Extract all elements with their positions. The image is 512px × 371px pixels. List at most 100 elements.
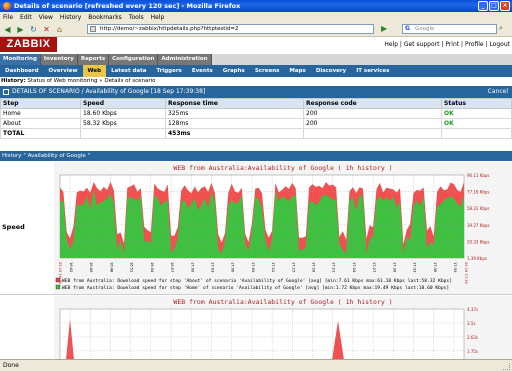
forward-icon[interactable]: ▶ bbox=[15, 24, 26, 35]
sub-menu-latest-data[interactable]: Latest data bbox=[106, 65, 151, 77]
response-time-graph[interactable]: WEB from Australia:Availability of Googl… bbox=[54, 296, 512, 359]
minimize-button[interactable]: _ bbox=[478, 1, 488, 11]
col-step: Step bbox=[0, 98, 81, 109]
history-breadcrumb: History: Status of Web monitoring » Deta… bbox=[0, 77, 512, 85]
plot-area bbox=[59, 308, 465, 359]
cell-total-time: 453ms bbox=[165, 128, 304, 139]
y-tick-label: 20.33 Kbps bbox=[467, 239, 490, 244]
steps-table: Step Speed Response time Response code S… bbox=[0, 98, 512, 139]
cancel-link[interactable]: Cancel bbox=[488, 86, 508, 98]
cell-code: 200 bbox=[303, 118, 442, 129]
sub-menu-maps[interactable]: Maps bbox=[284, 65, 310, 77]
menu-file[interactable]: File bbox=[3, 14, 13, 21]
menu-tools[interactable]: Tools bbox=[129, 14, 144, 21]
x-edge-label: 09.18 17:39 bbox=[464, 262, 468, 285]
sub-menu-discovery[interactable]: Discovery bbox=[311, 65, 351, 77]
scenario-title: DETAILS OF SCENARIO / Availability of Go… bbox=[12, 88, 149, 95]
sub-menu-dashboard[interactable]: Dashboard bbox=[0, 65, 44, 77]
graph-title: WEB from Australia:Availability of Googl… bbox=[173, 164, 392, 172]
menu-help[interactable]: Help bbox=[151, 14, 165, 21]
main-menu-configuration[interactable]: Configuration bbox=[109, 54, 159, 65]
y-tick-label: 96.11 Kbps bbox=[467, 173, 490, 178]
main-menu-monitoring[interactable]: Monitoring bbox=[0, 54, 41, 65]
y-tick-label: 2.63s bbox=[467, 335, 478, 340]
x-tick-label: 17:27 bbox=[372, 262, 376, 272]
resize-grip[interactable] bbox=[503, 363, 510, 370]
table-row-total: TOTAL 453ms bbox=[0, 128, 512, 139]
y-tick-label: 4.37s bbox=[467, 307, 478, 312]
x-tick-label: 17:36 bbox=[433, 262, 437, 273]
cell-speed: 58.32 Kbps bbox=[80, 118, 166, 129]
history-path[interactable]: Status of Web monitoring » Details of sc… bbox=[27, 78, 155, 84]
sub-menu-it-services[interactable]: IT services bbox=[351, 65, 394, 77]
firefox-icon bbox=[3, 2, 11, 10]
x-tick-label: 17:39 bbox=[453, 262, 457, 273]
menu-edit[interactable]: Edit bbox=[20, 14, 32, 21]
x-tick-label: 17:12 bbox=[271, 262, 275, 272]
x-tick-label: 17:00 bbox=[190, 262, 194, 273]
window-title: Details of scenario [refreshed every 120… bbox=[14, 2, 241, 10]
table-row: About 58.32 Kbps 128ms 200 OK bbox=[0, 118, 512, 129]
stop-icon[interactable]: ✕ bbox=[41, 24, 52, 35]
close-button[interactable]: × bbox=[500, 1, 510, 11]
x-tick-label: 17:15 bbox=[291, 262, 295, 272]
legend-entry: WEB from Australia: Download speed for s… bbox=[62, 285, 449, 291]
x-tick-label: 17:09 bbox=[251, 262, 255, 273]
page-icon bbox=[90, 26, 96, 32]
y-tick-label: 3.5s bbox=[467, 321, 475, 326]
menu-view[interactable]: View bbox=[39, 14, 53, 21]
cell-total-label: TOTAL bbox=[0, 128, 81, 139]
x-tick-label: 17:03 bbox=[210, 262, 214, 272]
cell-code: 200 bbox=[303, 108, 442, 119]
url-bar[interactable]: http://demo/~zabbix/httpdetails.php?http… bbox=[87, 24, 374, 34]
cell-empty bbox=[303, 128, 442, 139]
menu-bookmarks[interactable]: Bookmarks bbox=[88, 14, 122, 21]
sub-menu-web[interactable]: Web bbox=[82, 65, 107, 77]
col-response-time: Response time bbox=[165, 98, 304, 109]
go-icon[interactable]: ▶ bbox=[381, 24, 391, 34]
legend-entry: WEB from Australia: Download speed for s… bbox=[62, 278, 452, 284]
window-controls: _ □ × bbox=[478, 1, 510, 11]
x-tick-label: 16:54 bbox=[150, 262, 154, 273]
cell-status: OK bbox=[441, 108, 512, 119]
history-section-header: History " Availability of Google " bbox=[0, 151, 512, 161]
window-titlebar: Details of scenario [refreshed every 120… bbox=[0, 0, 512, 12]
x-tick-label: 16:45 bbox=[89, 262, 93, 272]
x-tick-label: 17:18 bbox=[312, 262, 316, 273]
sub-menu-screens[interactable]: Screens bbox=[250, 65, 285, 77]
x-tick-label: 17:06 bbox=[231, 262, 235, 273]
sub-menu-triggers[interactable]: Triggers bbox=[151, 65, 186, 77]
graph-title: WEB from Australia:Availability of Googl… bbox=[173, 298, 392, 306]
sub-menu-overview[interactable]: Overview bbox=[44, 65, 83, 77]
menu-history[interactable]: History bbox=[60, 14, 81, 21]
main-menu: Monitoring Inventory Reports Configuration A… bbox=[0, 54, 512, 65]
speed-graph-row: Speed WEB from Australia:Availability of… bbox=[0, 161, 512, 295]
search-input[interactable]: G Google bbox=[402, 24, 497, 34]
reload-icon[interactable]: ↻ bbox=[28, 24, 39, 35]
browser-toolbar: ◀ ▶ ↻ ✕ ⌂ http://demo/~zabbix/httpdetail… bbox=[0, 22, 512, 37]
top-links[interactable]: Help | Get support | Print | Profile | L… bbox=[384, 41, 510, 48]
home-icon[interactable]: ⌂ bbox=[54, 24, 65, 35]
main-menu-reports[interactable]: Reports bbox=[77, 54, 110, 65]
main-menu-inventory[interactable]: Inventory bbox=[40, 54, 78, 65]
url-text: http://demo/~zabbix/httpdetails.php?http… bbox=[100, 26, 239, 32]
search-icon[interactable]: ⌕ bbox=[499, 24, 503, 33]
y-tick-label: 77.16 Kbps bbox=[467, 190, 490, 195]
zabbix-logo: ZABBIX bbox=[0, 37, 57, 52]
speed-label: Speed bbox=[2, 223, 25, 231]
back-icon[interactable]: ◀ bbox=[2, 24, 13, 35]
maximize-button[interactable]: □ bbox=[489, 1, 499, 11]
x-tick-label: 17:33 bbox=[413, 262, 417, 272]
speed-graph[interactable]: WEB from Australia:Availability of Googl… bbox=[54, 162, 512, 294]
cell-empty bbox=[80, 128, 166, 139]
cell-status: OK bbox=[441, 118, 512, 129]
x-tick-label: 17:30 bbox=[392, 262, 396, 273]
sub-menu-graphs[interactable]: Graphs bbox=[218, 65, 250, 77]
page-content: ZABBIX Help | Get support | Print | Prof… bbox=[0, 37, 512, 359]
collapse-icon[interactable] bbox=[3, 89, 9, 95]
scenario-header: DETAILS OF SCENARIO / Availability of Go… bbox=[0, 86, 512, 98]
x-tick-label: 16:57 bbox=[170, 262, 174, 272]
sub-menu-events[interactable]: Events bbox=[187, 65, 218, 77]
scenario-time: [18 Sep 17:39:38] bbox=[150, 88, 206, 95]
main-menu-administration[interactable]: Administration bbox=[158, 54, 212, 65]
